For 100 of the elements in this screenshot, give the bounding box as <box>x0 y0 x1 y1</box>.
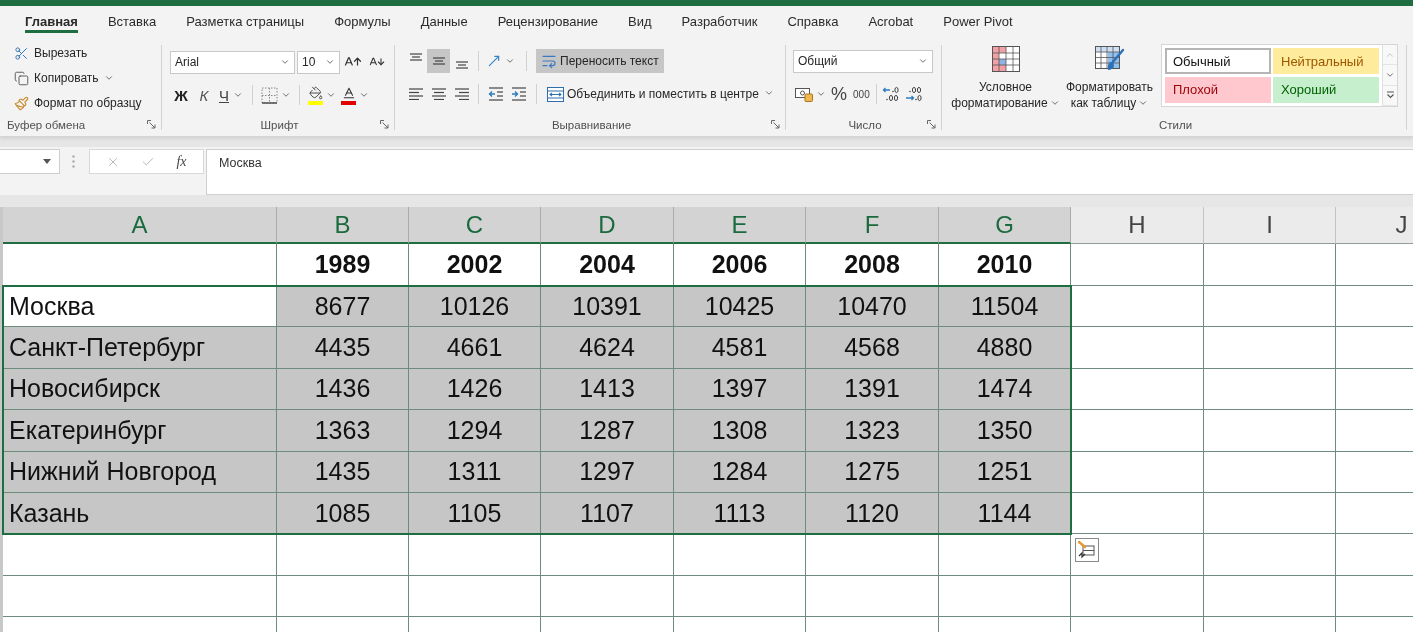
caret-icon <box>359 90 369 100</box>
dialog-launcher-icon[interactable] <box>147 120 156 129</box>
copy-icon <box>14 70 29 86</box>
group-label: Шрифт <box>260 118 299 131</box>
underline-button[interactable]: Ч <box>216 83 246 107</box>
insert-function-button[interactable]: fx <box>174 153 189 170</box>
column-header[interactable]: H <box>1071 207 1204 244</box>
column-header[interactable]: A <box>3 207 277 244</box>
styles-command-button[interactable]: Условное форматирование <box>949 37 1062 112</box>
column-header[interactable]: D <box>541 207 674 244</box>
font-size-field[interactable]: 10 <box>297 50 340 74</box>
caret-icon <box>816 89 826 99</box>
cell-style-option[interactable]: Хороший <box>1273 76 1379 103</box>
decrease-indent-icon <box>487 86 504 102</box>
gallery-more-button[interactable] <box>1383 85 1397 106</box>
table-cell: 1113 <box>674 492 806 535</box>
number-format-field[interactable]: Общий <box>793 49 933 73</box>
column-header[interactable]: E <box>674 207 806 244</box>
merge-center-button[interactable]: Объединить и поместить в центре <box>543 82 778 106</box>
table-cell: 1251 <box>939 451 1071 493</box>
table-cell: Москва <box>3 286 277 328</box>
column-header[interactable]: J <box>1336 207 1413 244</box>
vertical-dots-icon[interactable] <box>72 155 75 168</box>
table-cell: 1284 <box>674 451 806 493</box>
table-cell: 1436 <box>277 368 409 411</box>
table-cell: 1323 <box>806 410 939 452</box>
cell-style-option[interactable]: Плохой <box>1165 76 1271 103</box>
caret-icon <box>763 88 774 98</box>
column-header[interactable]: I <box>1204 207 1336 244</box>
dialog-launcher-icon[interactable] <box>380 120 389 129</box>
table-cell: 10126 <box>409 286 541 328</box>
cell-style-option[interactable]: Нейтральный <box>1273 48 1379 74</box>
paintbrush-icon <box>14 95 29 111</box>
table-cell: Казань <box>3 492 277 535</box>
clipboard-command[interactable]: Копировать <box>12 66 116 90</box>
ribbon-tab[interactable]: Разработчик <box>666 6 773 37</box>
caret-icon <box>103 73 114 83</box>
styles-command-button[interactable]: Форматировать как таблицу <box>1062 37 1157 112</box>
caret-icon <box>325 57 335 67</box>
group-label: Буфер обмена <box>7 118 86 131</box>
cell-style-option[interactable]: Обычный <box>1165 48 1271 74</box>
table-cell: 4661 <box>409 327 541 369</box>
table-cell: 4435 <box>277 327 409 369</box>
italic-button[interactable]: К <box>193 83 215 107</box>
table-cell: 1085 <box>277 492 409 535</box>
column-header[interactable]: B <box>277 207 409 244</box>
merge-cells-icon <box>547 86 564 102</box>
font-color-icon <box>341 85 356 105</box>
table-cell: 4880 <box>939 327 1071 369</box>
quick-analysis-icon[interactable] <box>1075 538 1099 563</box>
table-cell: Екатеринбург <box>3 410 277 452</box>
ribbon-tab[interactable]: Power Pivot <box>928 6 1028 37</box>
align-top-icon <box>408 53 423 61</box>
ribbon-tab[interactable]: Справка <box>772 6 854 37</box>
align-middle-button[interactable] <box>427 49 450 73</box>
ribbon-tab[interactable]: Рецензирование <box>482 6 614 37</box>
table-cell: 1391 <box>806 368 939 411</box>
dialog-launcher-icon[interactable] <box>927 120 936 129</box>
align-bottom-icon <box>454 61 469 69</box>
align-middle-icon <box>431 57 446 65</box>
ribbon-tab[interactable]: Главная <box>10 6 93 37</box>
ribbon-tab[interactable]: Acrobat <box>853 6 929 37</box>
column-header[interactable]: G <box>939 207 1071 244</box>
column-header[interactable]: C <box>409 207 541 244</box>
table-cell: 10470 <box>806 286 939 328</box>
column-header[interactable]: F <box>806 207 939 244</box>
ribbon-tab[interactable]: Разметка страницы <box>171 6 320 37</box>
ribbon-tab[interactable]: Вид <box>613 6 667 37</box>
table-cell: 10425 <box>674 286 806 328</box>
clipboard-command[interactable]: Вырезать <box>12 41 90 65</box>
align-center-icon <box>431 87 446 101</box>
table-cell: 1308 <box>674 410 806 452</box>
chevron-down-icon <box>1385 70 1395 80</box>
table-cell: 1287 <box>541 410 674 452</box>
caret-icon <box>43 159 51 164</box>
caret-icon <box>505 56 515 66</box>
table-cell: 1474 <box>939 368 1071 411</box>
table-cell: 1120 <box>806 492 939 535</box>
table-cell: 1435 <box>277 451 409 493</box>
formula-input[interactable]: Москва <box>206 149 1413 195</box>
table-cell: Санкт-Петербург <box>3 327 277 369</box>
percent-style-button[interactable]: % <box>828 82 850 106</box>
table-cell: 4624 <box>541 327 674 369</box>
diagonal-arrow-icon <box>486 53 502 69</box>
comma-style-button[interactable]: 000 <box>850 82 873 106</box>
table-cell: 4581 <box>674 327 806 369</box>
clipboard-command[interactable]: Формат по образцу <box>12 91 144 115</box>
ribbon-tab[interactable]: Вставка <box>92 6 172 37</box>
ribbon-tab[interactable]: Данные <box>405 6 483 37</box>
ribbon-tab[interactable]: Формулы <box>319 6 406 37</box>
table-cell: 11504 <box>939 286 1071 328</box>
caret-icon <box>281 90 291 100</box>
bold-button[interactable]: Ж <box>170 83 192 107</box>
group-label: Выравнивание <box>551 118 632 131</box>
increase-decimal-icon <box>882 86 901 102</box>
font-name-field[interactable]: Arial <box>170 50 295 74</box>
conditional-formatting-icon <box>991 46 1020 72</box>
caret-icon <box>326 90 336 100</box>
wrap-text-button[interactable]: Переносить текст <box>536 49 664 73</box>
dialog-launcher-icon[interactable] <box>771 120 780 129</box>
